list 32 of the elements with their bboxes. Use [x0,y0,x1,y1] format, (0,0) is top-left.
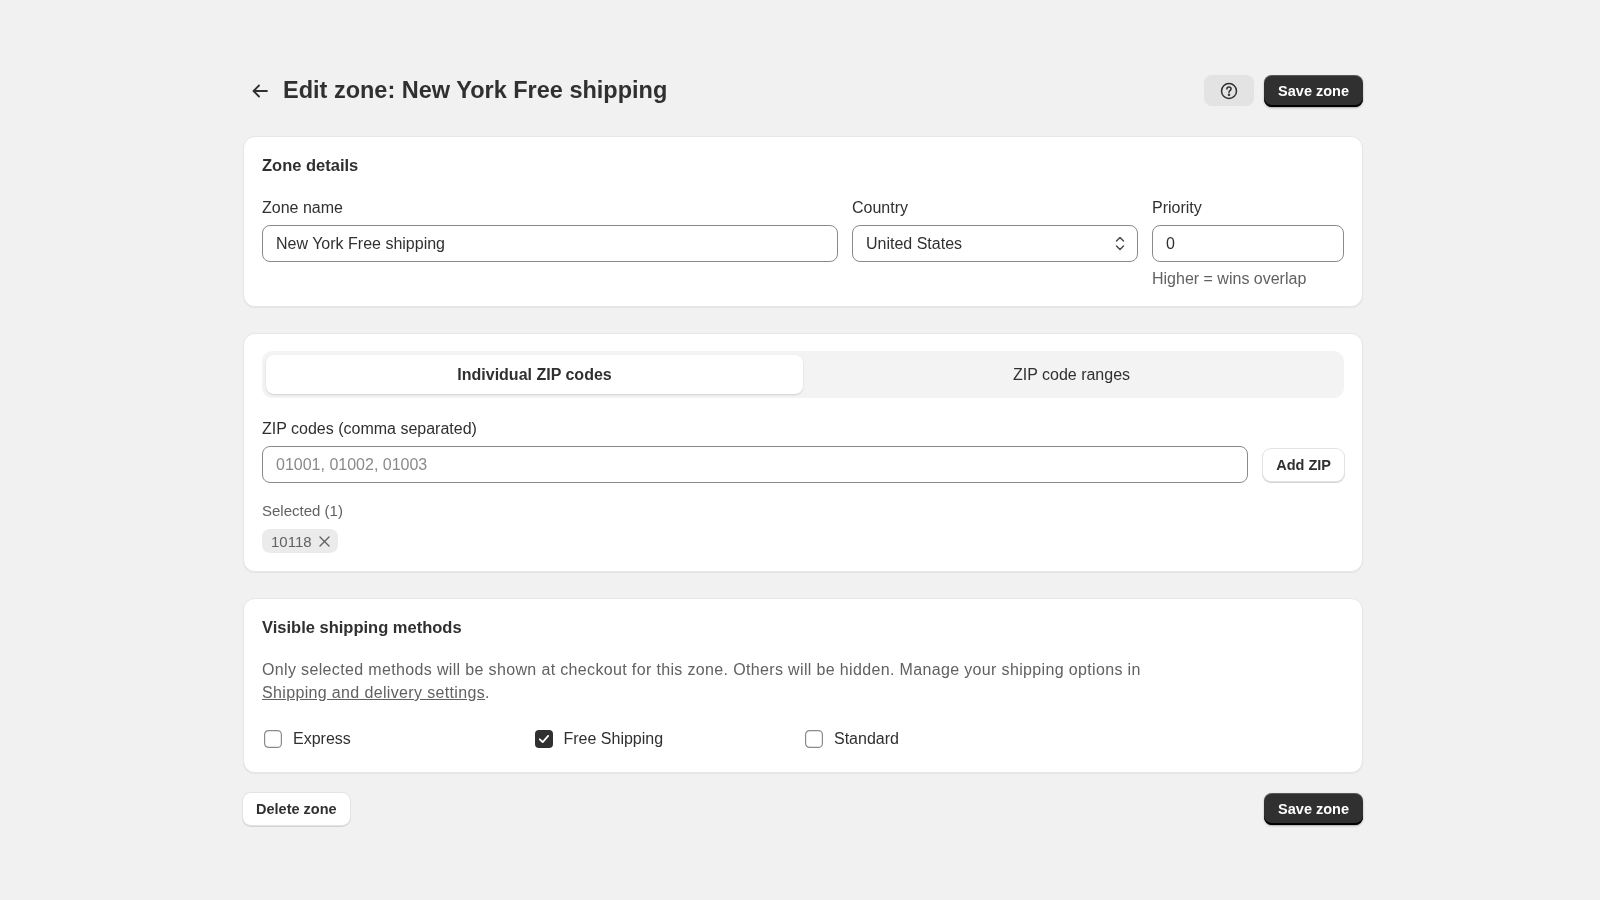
zip-input-field[interactable]: 01001, 01002, 01003 [262,446,1249,483]
field-label: ZIP codes (comma separated) [262,420,478,438]
checkbox[interactable] [805,730,823,748]
checkbox[interactable] [264,730,282,748]
card-title: Zone details [262,155,360,175]
field-label: Zone name [262,199,343,217]
text-input-field[interactable]: New York Free shipping [262,225,838,262]
help-icon [1220,81,1239,100]
save-zone-button[interactable]: Save zone [1264,793,1363,825]
settings-link[interactable]: Shipping and delivery settings [262,684,486,701]
checkbox-label: Free Shipping [563,730,664,748]
checkbox-label: Standard [834,730,899,748]
text-input-field[interactable]: 0 [1152,225,1344,262]
description-text: Only selected methods will be shown at checkout for this zone. Others will be hidden. Manage your shipping options in Shipping and delivery settings. [262,660,1142,703]
tab[interactable]: ZIP code ranges [803,355,1340,394]
zip-code-text: 10118 [271,532,312,550]
tab[interactable]: Individual ZIP codes [266,355,803,394]
close-icon[interactable] [318,535,330,547]
selected-count-label: Selected (1) [262,502,344,520]
field-label: Priority [1152,199,1202,217]
up-down-chevron-icon [1115,236,1125,251]
page-title: Edit zone: New York Free shipping [283,76,669,105]
checkbox-label: Express [293,730,351,748]
save-zone-button[interactable]: Save zone [1264,74,1363,107]
field-label: Country [852,199,909,217]
country-select[interactable]: United States [852,225,1138,262]
add-zip-button[interactable]: Add ZIP [1263,448,1344,481]
field-hint: Higher = wins overlap [1152,270,1307,288]
checkbox[interactable] [534,730,553,748]
help-button[interactable] [1204,75,1255,106]
card-title: Visible shipping methods [262,617,463,637]
delete-zone-button[interactable]: Delete zone [243,793,350,825]
